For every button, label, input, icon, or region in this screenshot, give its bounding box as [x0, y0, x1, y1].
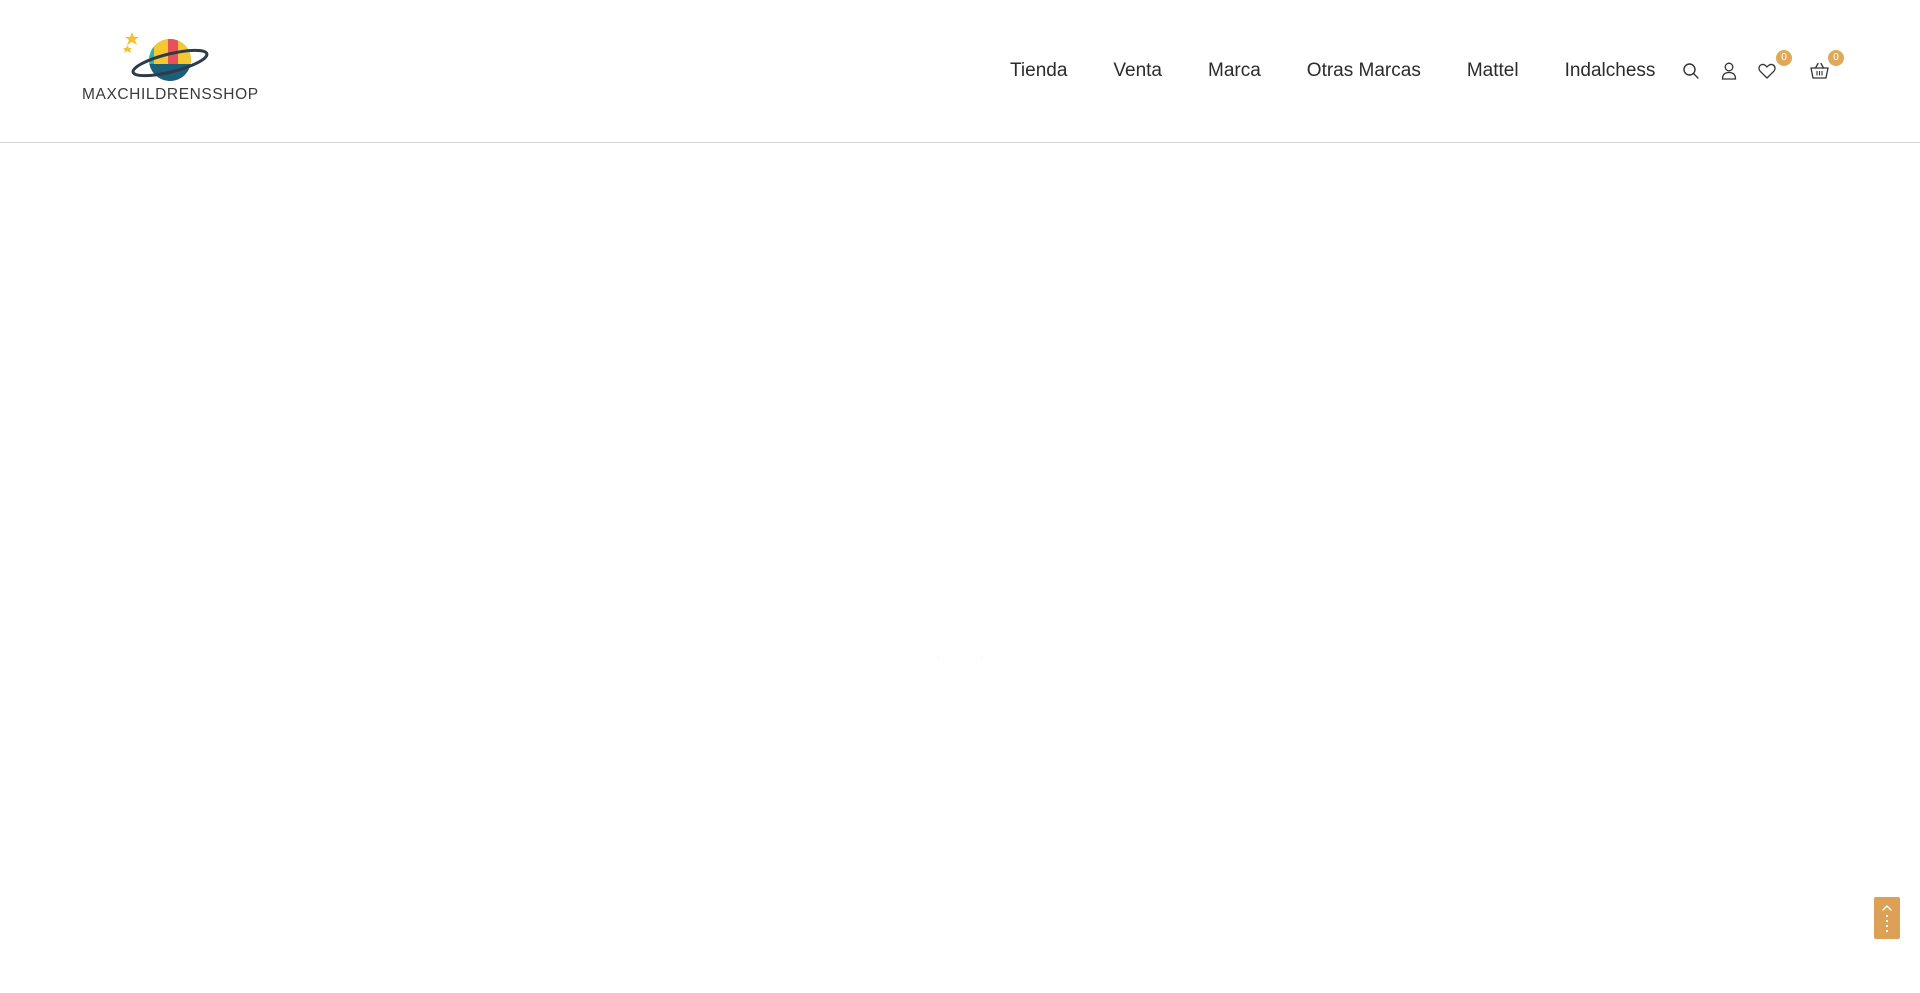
brand-name: MAXCHILDRENSSHOP [82, 86, 259, 103]
wishlist-button[interactable]: 0 [1756, 49, 1792, 82]
header-icons: 0 0 [1680, 0, 1844, 141]
nav-item-venta[interactable]: Venta [1113, 60, 1162, 82]
nav-item-otras-marcas[interactable]: Otras Marcas [1307, 60, 1421, 82]
account-button[interactable] [1718, 60, 1740, 82]
cart-button[interactable]: 0 [1808, 49, 1844, 82]
cart-count-badge: 0 [1828, 49, 1844, 66]
user-icon [1721, 62, 1737, 80]
main-navigation: Tienda Venta Marca Otras Marcas Mattel I… [1010, 0, 1701, 141]
wishlist-count-badge: 0 [1776, 49, 1792, 66]
nav-item-marca[interactable]: Marca [1208, 60, 1261, 82]
loading-spinner [937, 630, 983, 658]
basket-icon [1809, 62, 1829, 79]
nav-item-indalchess[interactable]: Indalchess [1565, 60, 1656, 82]
nav-item-tienda[interactable]: Tienda [1010, 60, 1067, 82]
back-to-top-button[interactable] [1874, 897, 1900, 939]
arrow-up-icon [1882, 905, 1892, 933]
heart-icon [1758, 63, 1776, 79]
site-logo[interactable]: MAXCHILDRENSSHOP [82, 30, 262, 110]
site-header: MAXCHILDRENSSHOP Tienda Venta Marca Otra… [0, 0, 1920, 143]
search-icon [1683, 62, 1699, 79]
planet-logo-icon [123, 32, 209, 81]
search-button[interactable] [1680, 60, 1702, 82]
nav-item-mattel[interactable]: Mattel [1467, 60, 1519, 82]
